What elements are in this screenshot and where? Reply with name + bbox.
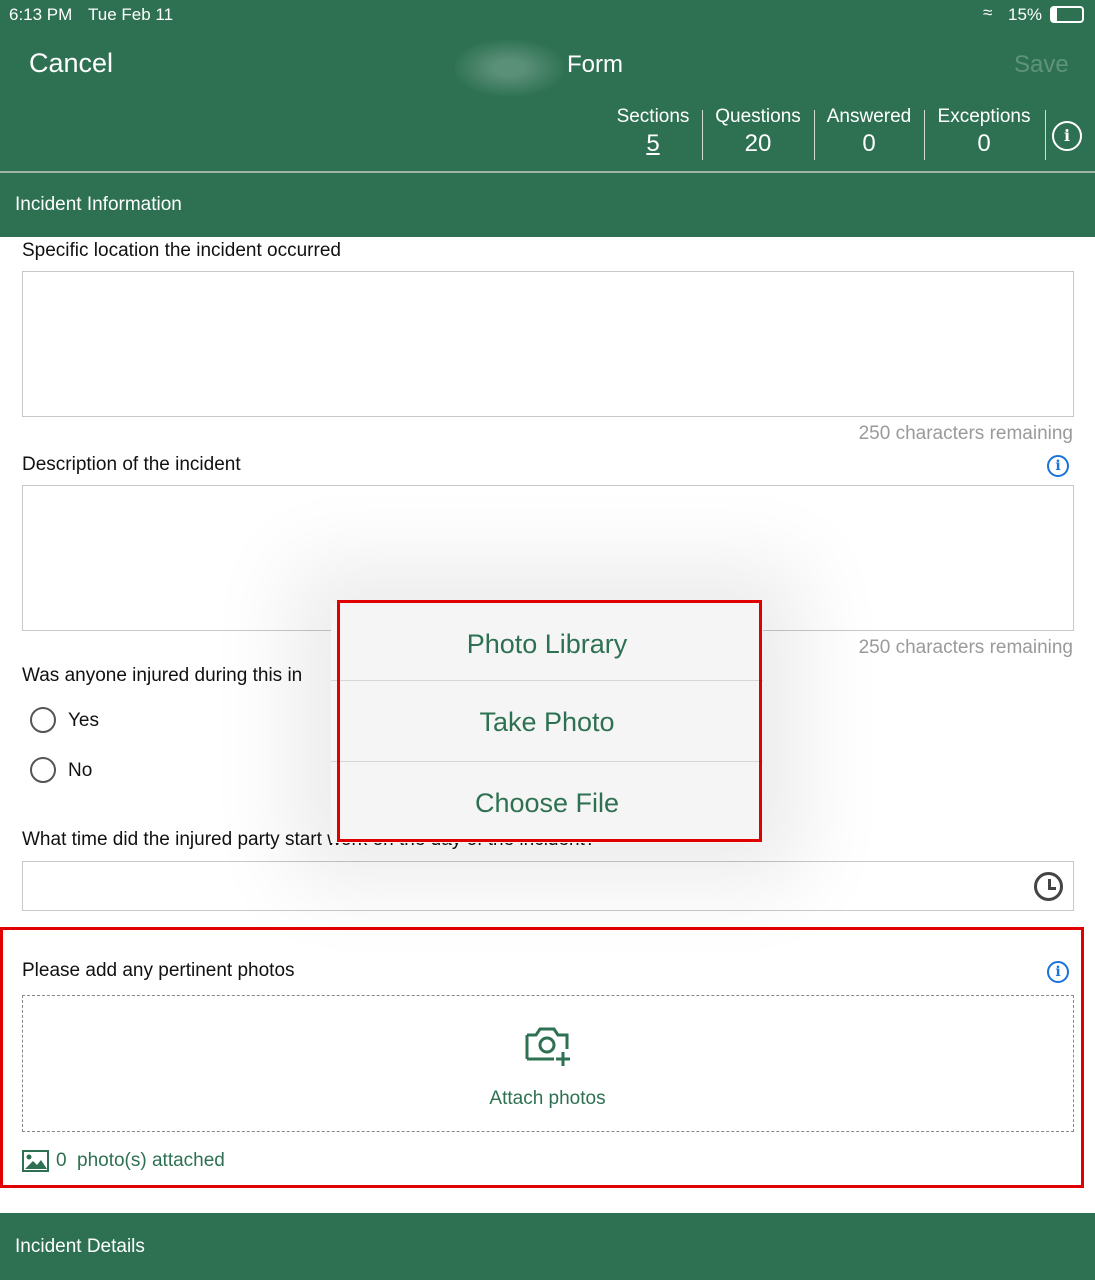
cancel-button[interactable]: Cancel [29,48,113,79]
question-label: Description of the incident [22,454,241,475]
save-button[interactable]: Save [1014,51,1069,79]
info-icon[interactable]: i [1052,121,1082,151]
section-header-incident-details[interactable]: Incident Details [0,1213,1095,1280]
char-counter: 250 characters remaining [858,423,1073,444]
section-header-incident-information[interactable]: Incident Information [0,173,1095,237]
clock-icon[interactable] [1034,872,1063,901]
status-time: 6:13 PM [9,5,73,24]
battery-icon [1050,6,1084,23]
attach-photos-label[interactable]: Attach photos [0,1088,1095,1110]
time-input[interactable] [22,861,1074,911]
info-icon[interactable]: i [1047,961,1069,983]
photos-attached-label: photo(s) attached [77,1150,225,1171]
radio-no[interactable] [30,757,56,783]
question-label: Was anyone injured during this in [22,665,303,686]
blurred-title [455,40,563,96]
status-date: Tue Feb 11 [88,5,174,24]
char-counter: 250 characters remaining [858,637,1073,658]
question-label: Specific location the incident occurred [22,240,341,261]
location-textarea[interactable] [22,271,1074,417]
battery-level: 15% [1008,5,1043,24]
stat-exceptions: Exceptions 0 [937,106,1031,157]
stat-answered: Answered 0 [826,106,912,157]
annotation-box [337,600,762,842]
stat-sections[interactable]: Sections 5 [608,106,698,158]
radio-label: No [68,760,93,781]
page-title: Form [567,51,623,78]
image-icon [22,1150,49,1172]
wifi-icon: ≈ [983,3,993,22]
info-icon[interactable]: i [1047,455,1069,477]
radio-label: Yes [68,710,99,731]
camera-plus-icon [525,1027,570,1066]
photo-count: 0 [56,1150,67,1171]
question-label: Please add any pertinent photos [22,960,295,981]
stat-questions: Questions 20 [715,106,801,157]
radio-yes[interactable] [30,707,56,733]
